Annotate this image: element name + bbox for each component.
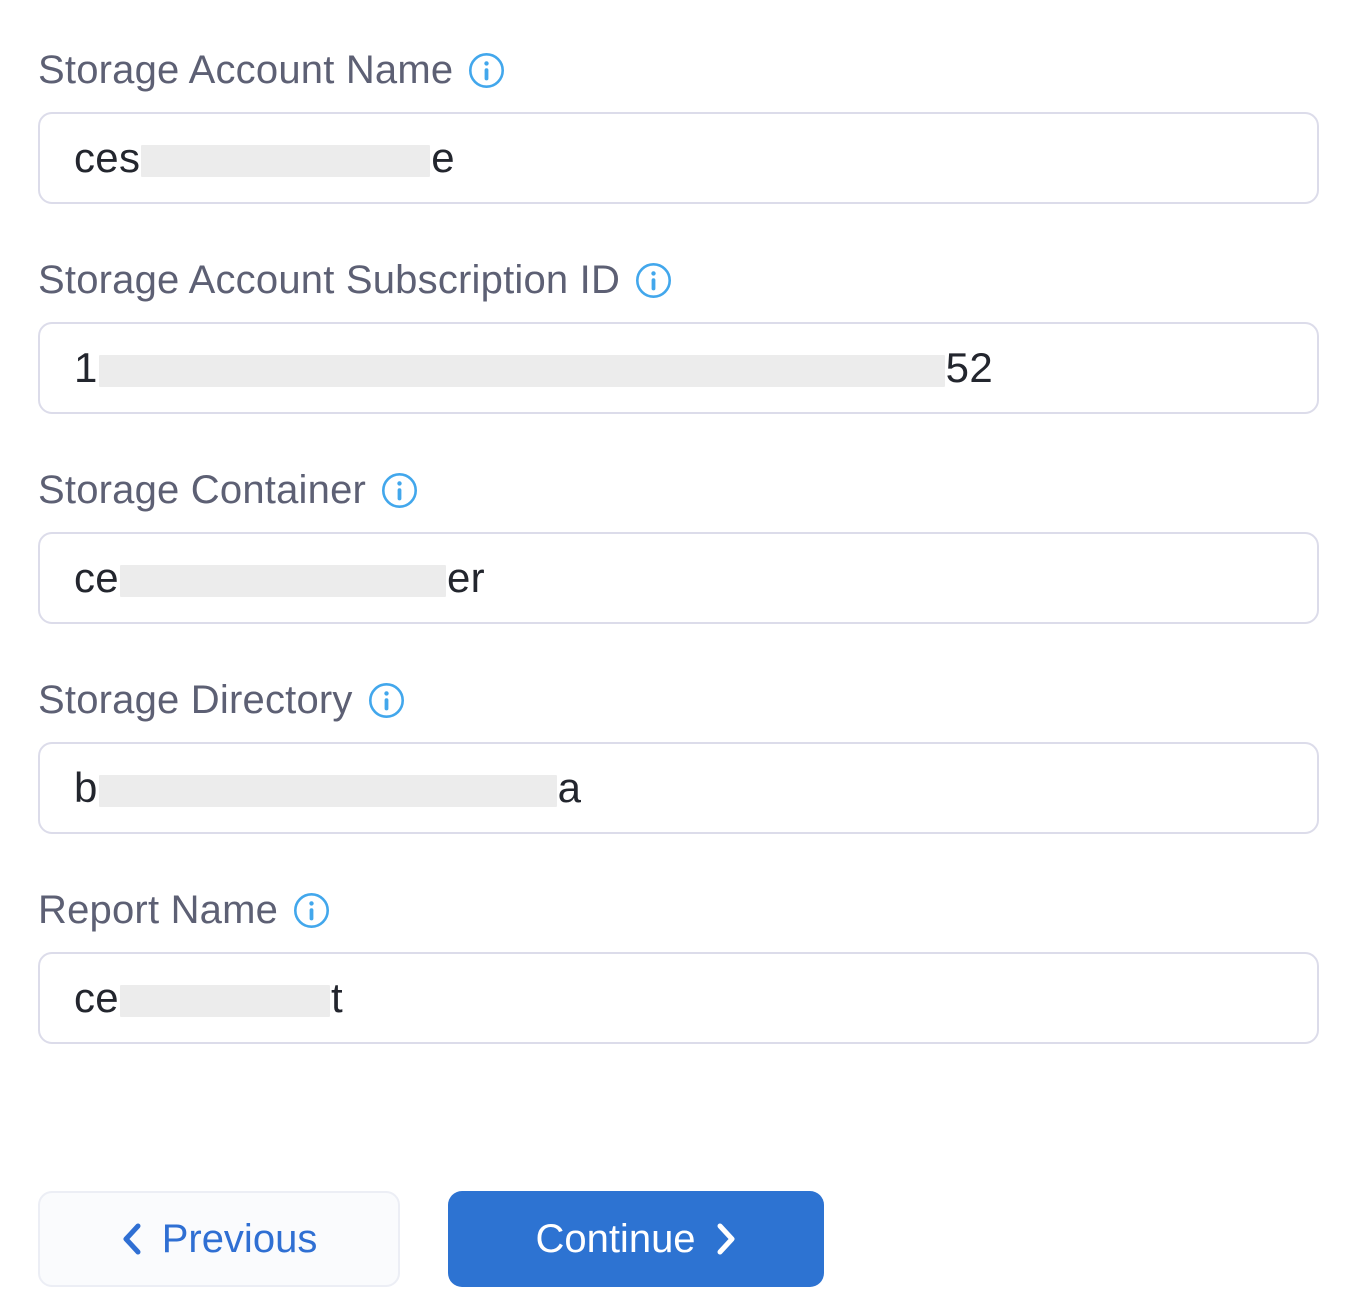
previous-button[interactable]: Previous <box>38 1191 400 1287</box>
field-report-name: Report Name ce t <box>38 888 1319 1044</box>
chevron-left-icon <box>121 1222 142 1256</box>
storage-account-subscription-id-label: Storage Account Subscription ID <box>38 258 620 303</box>
field-storage-directory: Storage Directory b a <box>38 678 1319 834</box>
field-storage-account-subscription-id: Storage Account Subscription ID 1 52 <box>38 258 1319 414</box>
field-storage-account-name: Storage Account Name ces e <box>38 48 1319 204</box>
field-storage-container: Storage Container ce er <box>38 468 1319 624</box>
chevron-right-icon <box>716 1222 737 1256</box>
input-value-prefix: ce <box>74 554 119 602</box>
field-label-row: Storage Account Subscription ID <box>38 258 1319 302</box>
info-icon[interactable] <box>468 52 505 89</box>
input-value-prefix: b <box>74 764 98 812</box>
input-value-suffix: er <box>447 554 485 602</box>
redaction-block <box>120 565 446 597</box>
info-icon[interactable] <box>381 472 418 509</box>
form-navigation-buttons: Previous Continue <box>38 1191 1319 1287</box>
redaction-block <box>141 145 430 177</box>
input-value-prefix: 1 <box>74 344 98 392</box>
redaction-block <box>99 775 557 807</box>
storage-account-name-label: Storage Account Name <box>38 48 453 93</box>
input-value-suffix: t <box>331 974 343 1022</box>
input-value-suffix: a <box>558 764 582 812</box>
previous-button-label: Previous <box>162 1217 318 1262</box>
field-label-row: Storage Directory <box>38 678 1319 722</box>
input-value-prefix: ces <box>74 134 140 182</box>
storage-directory-input[interactable]: b a <box>38 742 1319 834</box>
storage-directory-label: Storage Directory <box>38 678 353 723</box>
info-icon[interactable] <box>368 682 405 719</box>
report-name-label: Report Name <box>38 888 278 933</box>
continue-button-label: Continue <box>535 1217 695 1262</box>
info-icon[interactable] <box>635 262 672 299</box>
field-label-row: Report Name <box>38 888 1319 932</box>
redaction-block <box>99 355 945 387</box>
input-value-suffix: 52 <box>946 344 993 392</box>
storage-container-input[interactable]: ce er <box>38 532 1319 624</box>
storage-settings-form: Storage Account Name ces e Storage Accou… <box>0 0 1358 1287</box>
continue-button[interactable]: Continue <box>448 1191 824 1287</box>
input-value-suffix: e <box>431 134 455 182</box>
field-label-row: Storage Container <box>38 468 1319 512</box>
storage-container-label: Storage Container <box>38 468 366 513</box>
input-value-prefix: ce <box>74 974 119 1022</box>
info-icon[interactable] <box>293 892 330 929</box>
storage-account-name-input[interactable]: ces e <box>38 112 1319 204</box>
report-name-input[interactable]: ce t <box>38 952 1319 1044</box>
field-label-row: Storage Account Name <box>38 48 1319 92</box>
storage-account-subscription-id-input[interactable]: 1 52 <box>38 322 1319 414</box>
redaction-block <box>120 985 330 1017</box>
